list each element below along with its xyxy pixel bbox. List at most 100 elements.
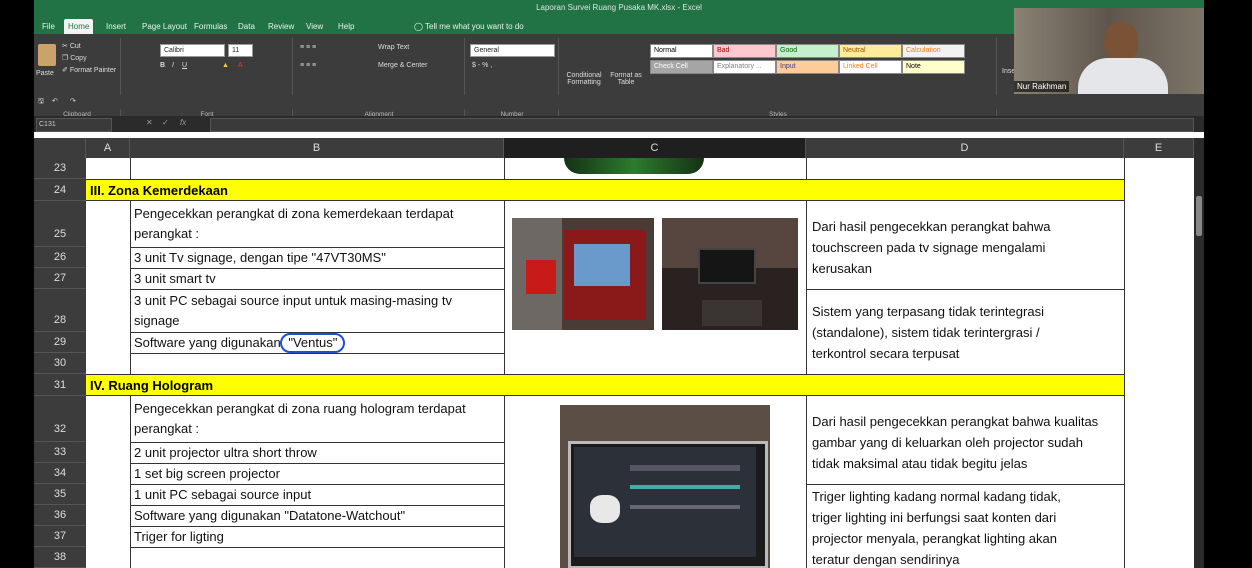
paste-icon[interactable] [38, 44, 56, 66]
cell-d-holo-note2-line3: projector menyala, perangkat lighting ak… [812, 531, 1057, 546]
number-symbols[interactable]: $ - % , [472, 62, 492, 69]
style-check-cell[interactable]: Check Cell [650, 60, 713, 74]
style-good[interactable]: Good [776, 44, 839, 58]
font-color-icon[interactable]: A [238, 62, 243, 69]
vertical-scrollbar[interactable] [1194, 138, 1204, 568]
cut-button[interactable]: ✂ Cut [62, 42, 81, 50]
function-icon[interactable]: fx [180, 118, 186, 127]
select-all-corner[interactable] [34, 138, 86, 158]
bold-button[interactable]: B [160, 62, 165, 69]
column-header-e[interactable]: E [1124, 138, 1194, 158]
style-bad[interactable]: Bad [713, 44, 776, 58]
person-shirt [1078, 58, 1168, 94]
row-header[interactable]: 38 [34, 547, 86, 568]
tab-page-layout[interactable]: Page Layout [138, 19, 191, 34]
column-header-c[interactable]: C [504, 138, 806, 158]
enter-icon[interactable]: ✓ [162, 118, 169, 127]
style-linked-cell[interactable]: Linked Cell [839, 60, 902, 74]
style-note[interactable]: Note [902, 60, 965, 74]
row-header[interactable]: 34 [34, 463, 86, 484]
style-normal[interactable]: Normal [650, 44, 713, 58]
redo-icon[interactable]: ↷ [70, 97, 76, 105]
cell-d-zona-note2-line1: Sistem yang terpasang tidak terintegrasi [812, 304, 1044, 319]
cell-d-zona-note1-line2: touchscreen pada tv signage mengalami [812, 240, 1046, 255]
row-header[interactable]: 37 [34, 526, 86, 547]
tell-me-search[interactable]: ◯ Tell me what you want to do [414, 19, 524, 34]
tab-file[interactable]: File [38, 19, 59, 34]
participant-name: Nur Rakhman [1014, 81, 1070, 92]
cell-b36[interactable]: Software yang digunakan "Datatone-Watcho… [130, 505, 504, 526]
formula-input[interactable] [210, 118, 1194, 132]
copy-button[interactable]: ❐ Copy [62, 54, 87, 62]
name-box[interactable]: C131 [36, 118, 112, 132]
cell-d-holo-note1-line1: Dari hasil pengecekkan perangkat bahwa k… [812, 414, 1099, 429]
cell-b26[interactable]: 3 unit Tv signage, dengan tipe "47VT30MS… [130, 247, 504, 268]
font-size-select[interactable]: 11 [228, 44, 253, 57]
style-neutral[interactable]: Neutral [839, 44, 902, 58]
cell-b29[interactable]: Software yang digunakan "Ventus" [130, 332, 504, 353]
tab-review[interactable]: Review [264, 19, 298, 34]
tab-home[interactable]: Home [64, 19, 94, 34]
cancel-icon[interactable]: ✕ [146, 118, 153, 127]
worksheet-grid[interactable]: 23 24 25 26 27 28 29 30 31 32 33 34 35 3… [34, 158, 1194, 568]
cell-b28-line1: 3 unit PC sebagai source input untuk mas… [134, 293, 452, 308]
format-as-table-button[interactable]: Format as Table [608, 72, 644, 86]
tab-insert[interactable]: Insert [102, 19, 130, 34]
tab-view[interactable]: View [302, 19, 327, 34]
section-header-hologram[interactable]: IV. Ruang Hologram [86, 374, 1124, 396]
style-input[interactable]: Input [776, 60, 839, 74]
style-explanatory[interactable]: Explanatory ... [713, 60, 776, 74]
photo-zona-kemerdekaan-1 [512, 218, 654, 330]
cell-b35[interactable]: 1 unit PC sebagai source input [130, 484, 504, 505]
tab-help[interactable]: Help [334, 19, 358, 34]
font-name-select[interactable]: Calibri [160, 44, 225, 57]
cell-b34[interactable]: 1 set big screen projector [130, 463, 504, 484]
row-header[interactable]: 27 [34, 268, 86, 289]
conditional-formatting-button[interactable]: Conditional Formatting [564, 72, 604, 86]
save-icon[interactable]: 🖫 [38, 97, 44, 108]
paste-button[interactable]: Paste [36, 70, 54, 77]
cell-d-zona-note2-line2: (standalone), sistem tidak terintergrasi… [812, 325, 1040, 340]
tab-data[interactable]: Data [234, 19, 259, 34]
row-header[interactable]: 30 [34, 353, 86, 374]
row-header[interactable]: 33 [34, 442, 86, 463]
number-format-select[interactable]: General [470, 44, 555, 57]
row-header[interactable]: 35 [34, 484, 86, 505]
format-painter-button[interactable]: ✐ Format Painter [62, 66, 116, 74]
row-header[interactable]: 24 [34, 179, 86, 201]
cell-b32[interactable]: Pengecekkan perangkat di zona ruang holo… [130, 396, 504, 442]
column-header-b[interactable]: B [130, 138, 504, 158]
fill-color-icon[interactable]: ▲ [222, 62, 229, 69]
cell-b25[interactable]: Pengecekkan perangkat di zona kemerdekaa… [130, 201, 504, 247]
italic-button[interactable]: I [172, 62, 174, 69]
scroll-thumb[interactable] [1196, 196, 1202, 236]
cell-d-holo-note2-line1: Triger lighting kadang normal kadang tid… [812, 489, 1061, 504]
section-header-zona[interactable]: III. Zona Kemerdekaan [86, 179, 1124, 201]
cell-b27[interactable]: 3 unit smart tv [130, 268, 504, 289]
merge-center-button[interactable]: Merge & Center [378, 62, 427, 69]
lightbulb-icon: ◯ [414, 22, 423, 31]
column-header-d[interactable]: D [806, 138, 1124, 158]
copy-label: Copy [70, 55, 87, 62]
row-header[interactable]: 26 [34, 247, 86, 268]
row-header[interactable]: 29 [34, 332, 86, 353]
row-header[interactable]: 31 [34, 374, 86, 396]
align-left-icon[interactable]: ≡ ≡ ≡ [300, 62, 316, 69]
cell-b37[interactable]: Triger for ligting [130, 526, 504, 547]
row-header[interactable]: 25 [34, 201, 86, 247]
cell-b29-text: Software yang digunakan [134, 335, 285, 350]
underline-button[interactable]: U [182, 62, 187, 69]
column-header-a[interactable]: A [86, 138, 130, 158]
row-header[interactable]: 36 [34, 505, 86, 526]
tab-formulas[interactable]: Formulas [190, 19, 231, 34]
style-calculation[interactable]: Calculation [902, 44, 965, 58]
undo-icon[interactable]: ↶ [52, 97, 58, 105]
format-painter-label: Format Painter [69, 67, 117, 74]
align-top-icon[interactable]: ≡ ≡ ≡ [300, 44, 316, 51]
row-header[interactable]: 28 [34, 289, 86, 332]
cell-b28[interactable]: 3 unit PC sebagai source input untuk mas… [130, 289, 504, 332]
wrap-text-button[interactable]: Wrap Text [378, 44, 409, 51]
cell-b33[interactable]: 2 unit projector ultra short throw [130, 442, 504, 463]
row-header[interactable]: 23 [34, 158, 86, 179]
row-header[interactable]: 32 [34, 396, 86, 442]
